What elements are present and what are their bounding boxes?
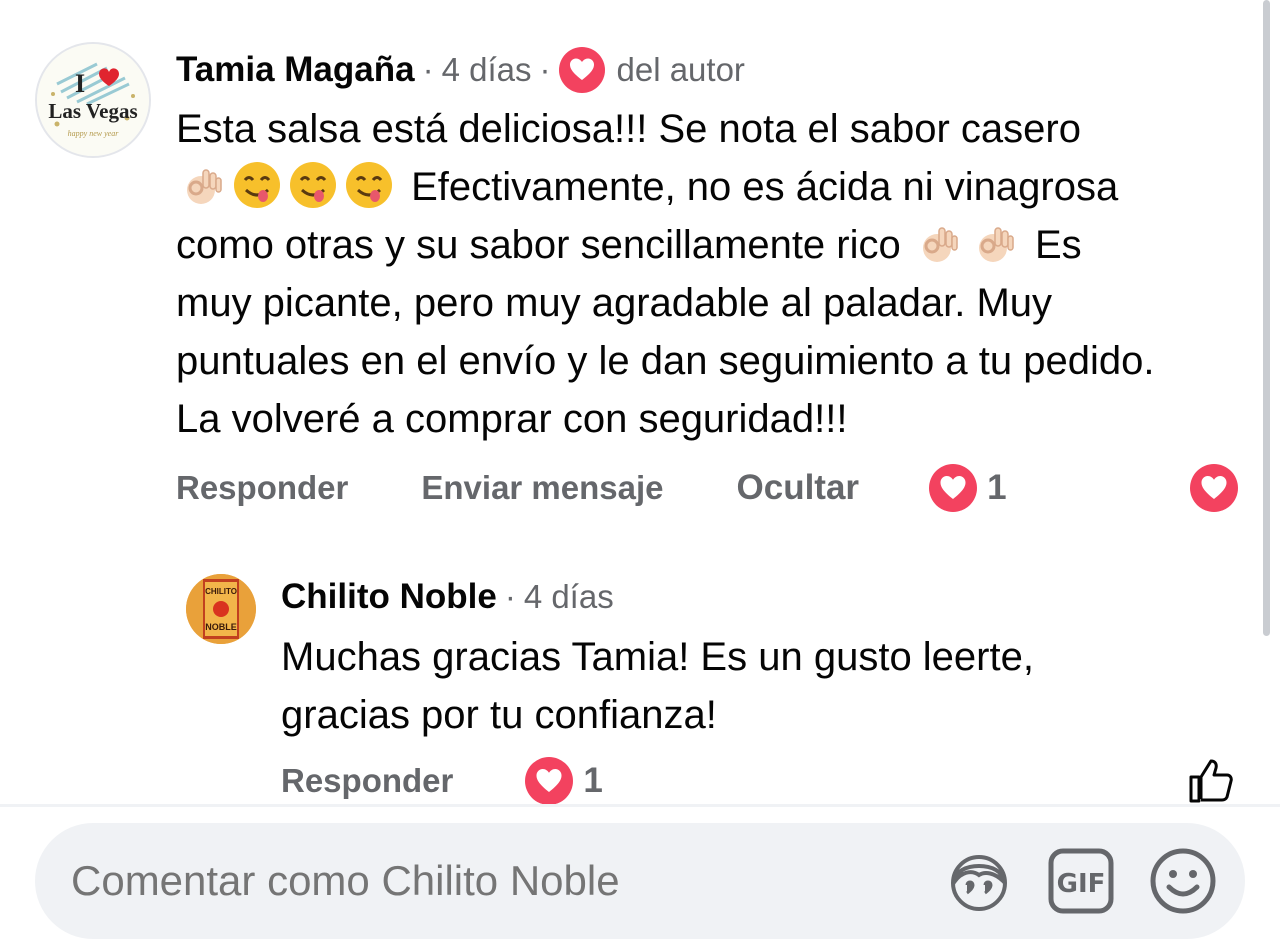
comment-text-segment: Efectivamente, no es ácida ni vinagrosa — [411, 165, 1119, 209]
svg-text:GIF: GIF — [1057, 869, 1106, 899]
ok-hand-emoji — [922, 227, 958, 262]
reply-button[interactable]: Responder — [281, 762, 453, 800]
avatar[interactable]: I Las Vegas happy new year — [35, 42, 151, 158]
separator-dot: · — [422, 51, 434, 88]
reply-button[interactable]: Responder — [176, 469, 348, 507]
avatar-sticker-icon[interactable] — [945, 847, 1013, 915]
yum-emoji — [346, 162, 392, 208]
gif-icon[interactable]: GIF — [1047, 847, 1115, 915]
comment-text-segment: Es — [1035, 223, 1082, 267]
heart-react-button[interactable] — [1190, 464, 1238, 512]
comment-input[interactable] — [71, 857, 911, 905]
ok-hand-emoji — [187, 169, 222, 204]
heart-icon — [525, 757, 574, 805]
reply-time[interactable]: 4 días — [524, 578, 614, 616]
comment-header: Tamia Magaña · 4 días · del autor — [176, 44, 745, 96]
comment-actions: Responder Enviar mensaje Ocultar 1 — [176, 460, 1238, 516]
reply-author[interactable]: Chilito Noble — [281, 577, 497, 617]
scrollbar[interactable] — [1263, 0, 1270, 636]
reaction-summary[interactable]: 1 — [929, 464, 1007, 512]
divider — [0, 804, 1280, 807]
reaction-summary[interactable]: 1 — [525, 757, 603, 805]
reply-actions: Responder 1 — [281, 753, 1235, 809]
comment-text-segment: como otras y su sabor sencillamente rico — [176, 223, 901, 267]
comment-time[interactable]: 4 días — [442, 51, 532, 89]
comment-author[interactable]: Tamia Magaña — [176, 50, 415, 90]
comment-text: Esta salsa está deliciosa!!! Se nota el … — [176, 100, 1246, 448]
like-icon[interactable] — [1187, 757, 1235, 805]
comment-line: Esta salsa está deliciosa!!! Se nota el … — [176, 107, 1081, 151]
avatar-sublabel: happy new year — [68, 129, 120, 138]
reaction-count: 1 — [987, 468, 1007, 507]
ok-hand-emoji — [978, 227, 1014, 262]
reply-header: Chilito Noble · 4 días — [281, 572, 614, 622]
author-badge: del autor — [616, 51, 745, 88]
separator-dot: · — [539, 51, 551, 88]
yum-emoji — [234, 162, 280, 208]
comment-line: Efectivamente, no es ácida ni vinagrosa — [176, 158, 1246, 216]
heart-icon — [929, 464, 978, 512]
avatar-letter: I — [75, 69, 85, 98]
reaction-count: 1 — [583, 761, 603, 800]
reply-line: Muchas gracias Tamia! Es un gusto leerte… — [281, 635, 1034, 679]
reply-line: gracias por tu confianza! — [281, 693, 717, 737]
reply-text: Muchas gracias Tamia! Es un gusto leerte… — [281, 628, 1181, 744]
avatar-label: Las Vegas — [48, 99, 137, 123]
comment-line: muy picante, pero muy agradable al palad… — [176, 281, 1155, 441]
avatar-brand-top: CHILITO — [205, 587, 237, 596]
send-message-button[interactable]: Enviar mensaje — [421, 469, 663, 507]
yum-emoji — [290, 162, 336, 208]
emoji-icon[interactable] — [1149, 847, 1217, 915]
hide-button[interactable]: Ocultar — [737, 468, 860, 508]
avatar-brand-bottom: NOBLE — [205, 622, 237, 632]
reply-avatar[interactable]: CHILITO NOBLE — [186, 574, 256, 644]
comment-composer[interactable]: GIF — [35, 823, 1245, 939]
heart-icon — [558, 47, 605, 93]
separator-dot: · — [504, 578, 516, 615]
comment-line: como otras y su sabor sencillamente rico… — [176, 216, 1246, 274]
